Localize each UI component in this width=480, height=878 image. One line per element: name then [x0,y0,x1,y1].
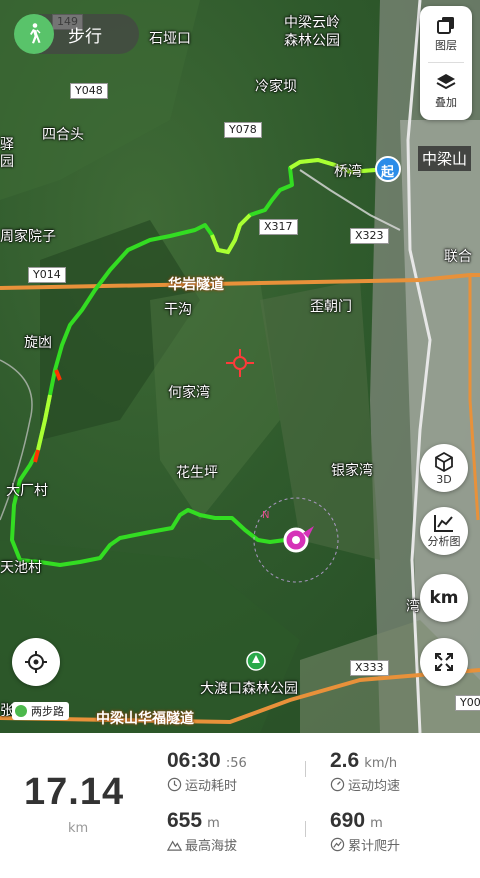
place-label: 森林公园 [284,33,340,49]
overlay-label: 叠加 [435,96,457,109]
place-label: 湾 [406,599,420,615]
place-label: 干沟 [164,302,192,318]
place-label-highlight: 中梁山 [418,146,472,171]
climb-stat: 690 m 累计爬升 [330,809,400,854]
clock-icon [167,777,182,792]
place-label: 联合 [444,249,472,265]
speed-stat: 2.6 km/h 运动均速 [330,749,400,794]
unit-km-button[interactable]: km [420,574,468,622]
stat-divider [305,821,306,837]
place-label: 歪朝门 [310,299,352,315]
mode-label: 步行 [68,26,102,47]
road-tag: X317 [259,219,298,235]
place-label: 桥湾 [334,164,362,180]
altitude-label: 最高海拔 [185,839,238,854]
walk-icon [14,14,54,54]
layer-controls: 图层 叠加 [420,6,472,120]
place-label: 园 [0,154,14,170]
speed-icon [330,777,345,792]
climb-label: 累计爬升 [348,839,401,854]
svg-text:N: N [262,510,269,521]
climb-unit: m [370,816,383,831]
mode-selector[interactable]: 步行 [14,14,139,54]
speed-unit: km/h [364,756,398,771]
layers-label: 图层 [435,39,457,52]
duration-seconds: :56 [225,756,247,771]
analysis-label: 分析图 [427,535,461,548]
park-icon [246,651,266,671]
layers-icon [437,17,454,34]
expand-icon [435,653,453,671]
altitude-stat: 655 m 最高海拔 [167,809,237,854]
3d-label: 3D [436,472,452,486]
tunnel-label: 中梁山华福隧道 [96,711,194,727]
cube-icon [435,451,453,472]
place-label: 何家湾 [168,385,210,401]
map-view[interactable]: N 起 石垭口 中梁云岭 森林公园 冷家坝 四合头 驿 园 周家院子 桥湾 联合… [0,0,480,733]
route-badge-icon [15,705,27,717]
place-label: 四合头 [42,127,84,143]
road-tag: Y078 [224,122,262,138]
place-label: 花生坪 [176,465,218,481]
altitude-unit: m [207,816,220,831]
place-label: 大厂村 [6,483,48,499]
place-label: 中梁云岭 [284,15,340,31]
road-tag: X333 [350,660,389,676]
speed-value: 2.6 [330,749,360,772]
stats-panel: 17.14 km 06:30 :56 运动耗时 2.6 km/h 运动均速 65… [0,733,480,878]
locate-icon [25,651,47,673]
start-marker-label: 起 [381,165,395,180]
duration-stat: 06:30 :56 运动耗时 [167,749,247,794]
duration-value: 06:30 [167,749,221,772]
climb-value: 690 [330,809,366,832]
duration-label: 运动耗时 [185,779,238,794]
place-label: 大渡口森林公园 [200,681,298,697]
place-label: 银家湾 [331,463,373,479]
map-terrain: N [0,0,480,733]
road-tag: X323 [350,228,389,244]
speed-label: 运动均速 [348,779,401,794]
chart-icon [434,515,453,532]
place-label: 天池村 [0,560,42,576]
road-tag: Y048 [70,83,108,99]
place-label: 周家院子 [0,229,56,245]
fullscreen-button[interactable] [420,638,468,686]
road-tag: Y014 [28,267,66,283]
distance-value: 17.14 [24,771,125,813]
3d-button[interactable]: 3D [420,444,468,492]
overlay-icon [436,74,456,90]
route-badge-label: 两步路 [31,705,64,718]
climb-icon [330,837,345,852]
mountain-icon [167,840,182,851]
road-tag: Y00 [455,695,480,711]
analysis-button[interactable]: 分析图 [420,507,468,555]
distance-unit: km [68,821,89,836]
place-label: 石垭口 [149,31,191,47]
place-label: 旋凼 [24,335,52,351]
altitude-value: 655 [167,809,203,832]
km-label: km [429,588,459,608]
tunnel-label: 华岩隧道 [168,277,224,293]
overlay-button[interactable]: 叠加 [420,63,472,119]
route-badge: 两步路 [12,702,69,720]
place-label: 冷家坝 [255,79,297,95]
layers-button[interactable]: 图层 [420,6,472,62]
locate-button[interactable] [12,638,60,686]
stat-divider [305,761,306,777]
